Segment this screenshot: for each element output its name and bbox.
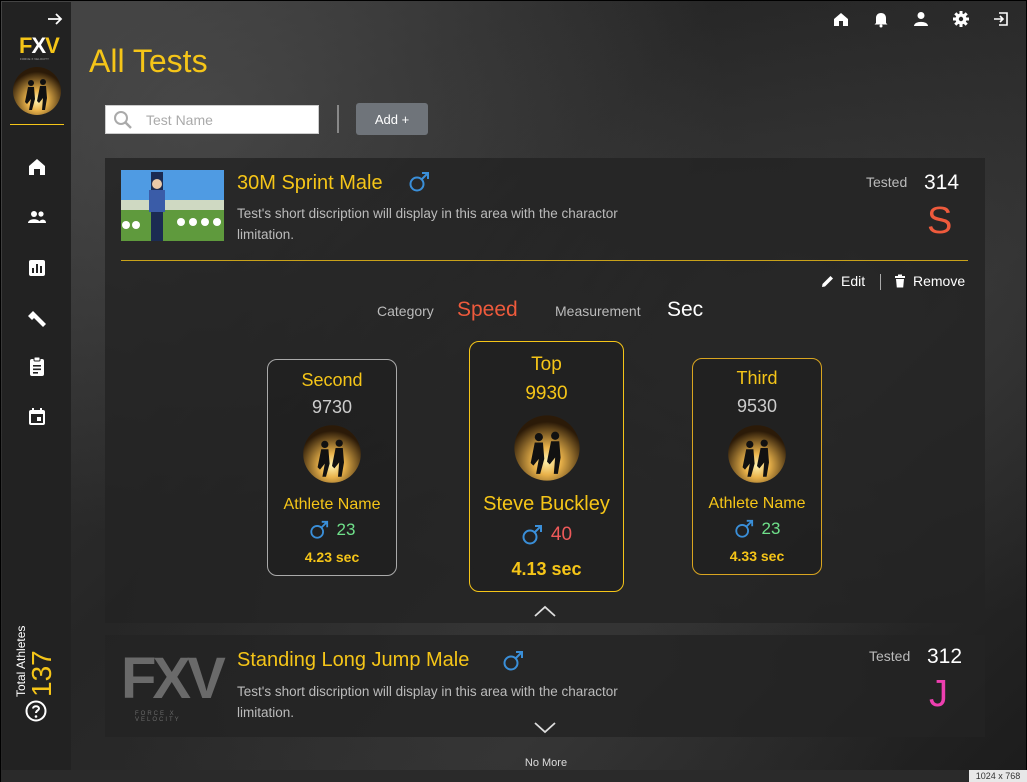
remove-button[interactable]: Remove: [893, 273, 965, 289]
chart-icon[interactable]: [25, 256, 49, 280]
toolbar-separator: [337, 105, 339, 133]
athlete-avatar: [303, 425, 361, 483]
category-value: Speed: [457, 298, 518, 321]
podium-score: 9730: [311, 397, 353, 417]
bell-icon[interactable]: [872, 10, 890, 28]
page-title: All Tests: [89, 43, 208, 79]
measurement-label: Measurement: [555, 303, 641, 319]
tested-count: 312: [927, 645, 963, 668]
athlete-time: 4.23 sec: [304, 549, 360, 565]
podium-rank: Top: [531, 354, 562, 375]
edit-button[interactable]: Edit: [821, 273, 865, 289]
male-icon: [409, 172, 429, 192]
trash-icon: [895, 274, 905, 288]
athlete-name: Athlete Name: [708, 495, 806, 512]
athlete-avatar: [728, 425, 786, 483]
podium-rank: Third: [736, 368, 778, 388]
logo: FXV: [19, 33, 60, 58]
search-input[interactable]: [146, 110, 314, 130]
podium-score: 9930: [525, 383, 568, 404]
athlete-name: Athlete Name: [283, 496, 381, 513]
athlete-age: 23: [761, 519, 781, 538]
podium-top[interactable]: Top 9930 Steve Buckley 40 4.13 sec: [469, 341, 624, 592]
gear-icon[interactable]: [952, 10, 970, 28]
test-title[interactable]: 30M Sprint Male: [237, 172, 383, 195]
test-letter-badge: J: [929, 673, 948, 715]
podium-score: 9530: [736, 396, 778, 416]
remove-label: Remove: [913, 273, 966, 289]
pencil-icon: [822, 276, 833, 287]
test-letter-badge: S: [927, 200, 953, 242]
tested-count: 314: [924, 171, 960, 194]
male-icon: [309, 520, 328, 539]
sidebar: FXV FORCE X VELOCITY Total Athletes 137: [2, 2, 71, 770]
edit-label: Edit: [841, 273, 866, 289]
podium-second[interactable]: Second 9730 Athlete Name 23 4.23 sec: [267, 359, 397, 576]
athlete-avatar: [514, 415, 580, 481]
clipboard-icon[interactable]: [25, 355, 49, 379]
athlete-name: Steve Buckley: [483, 493, 610, 515]
male-icon: [503, 651, 523, 671]
search-icon: [114, 111, 132, 129]
athlete-meta: 23: [268, 520, 396, 540]
add-test-button[interactable]: Add +: [356, 103, 428, 135]
athlete-meta: 40: [470, 524, 623, 546]
test-thumbnail: [121, 170, 224, 241]
test-title[interactable]: Standing Long Jump Male: [237, 649, 469, 672]
male-icon: [522, 525, 542, 545]
category-label: Category: [377, 303, 434, 319]
athlete-time: 4.33 sec: [729, 548, 785, 564]
total-athletes: Total Athletes 137: [12, 607, 62, 697]
athlete-meta: 23: [693, 519, 821, 539]
search-box: [105, 105, 319, 134]
total-athletes-value: 137: [26, 650, 57, 697]
chevron-down-icon[interactable]: [533, 721, 557, 735]
test-card-expanded[interactable]: 30M Sprint Male Test's short discription…: [105, 158, 985, 623]
athlete-time: 4.13 sec: [511, 559, 582, 579]
expand-arrow-icon[interactable]: [46, 10, 64, 28]
test-description: Test's short discription will display in…: [237, 206, 618, 242]
logout-icon[interactable]: [992, 10, 1010, 28]
logo-subtitle: FORCE X VELOCITY: [20, 57, 50, 61]
male-icon: [734, 519, 753, 538]
bottom-strip: [1, 770, 1027, 782]
podium-third[interactable]: Third 9530 Athlete Name 23 4.33 sec: [692, 358, 822, 575]
podium-rank: Second: [301, 370, 363, 390]
action-separator: [880, 274, 881, 290]
athlete-age: 40: [550, 524, 573, 545]
fxv-logo: FXV FORCE X VELOCITY: [121, 646, 226, 724]
fitness-icon[interactable]: [25, 306, 49, 330]
athlete-age: 23: [336, 520, 356, 539]
app-window: FXV FORCE X VELOCITY Total Athletes 137: [0, 0, 1027, 782]
chevron-up-icon[interactable]: [533, 604, 557, 618]
measurement-value: Sec: [667, 298, 704, 321]
sidebar-divider: [10, 124, 64, 125]
person-icon[interactable]: [912, 10, 930, 28]
no-more-label: No More: [524, 757, 568, 769]
home-icon[interactable]: [832, 10, 850, 28]
calendar-icon[interactable]: [25, 405, 49, 429]
resolution-badge: 1024 x 768: [969, 770, 1027, 782]
home-icon[interactable]: [25, 155, 49, 179]
tested-label: Tested: [869, 648, 911, 664]
tested-label: Tested: [866, 174, 908, 190]
help-icon[interactable]: [24, 699, 48, 723]
test-description: Test's short discription will display in…: [237, 684, 618, 720]
test-card-collapsed[interactable]: FXV FORCE X VELOCITY Standing Long Jump …: [105, 635, 985, 737]
avatar[interactable]: [12, 66, 62, 116]
team-icon[interactable]: [25, 205, 49, 229]
card-divider: [121, 260, 968, 261]
